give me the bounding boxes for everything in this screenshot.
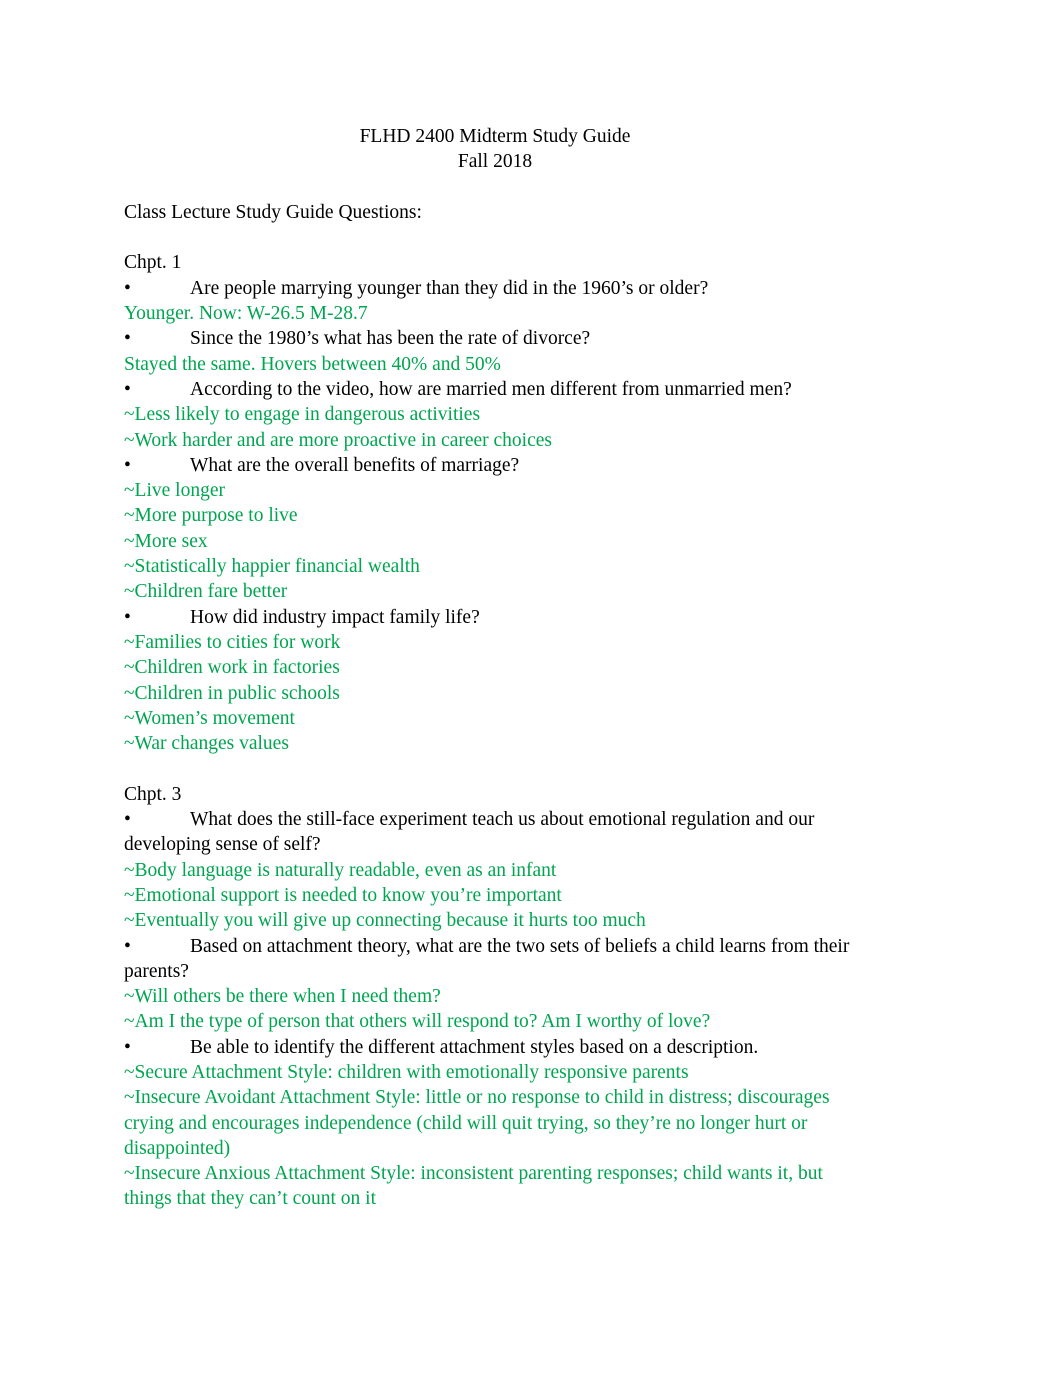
bullet-icon: • <box>124 277 131 299</box>
answer-line: ~Will others be there when I need them? <box>124 986 441 1008</box>
answer-line: ~More sex <box>124 530 208 552</box>
sections-container: Chpt. 1 • Are people marrying younger than… <box>124 250 866 1211</box>
document-body: FLHD 2400 Midterm Study Guide Fall 2018 … <box>124 124 866 1212</box>
answer-line: ~More purpose to live <box>124 505 298 527</box>
bullet-icon: • <box>124 935 131 957</box>
answer-line: ~Children in public schools <box>124 682 340 704</box>
answer-line: ~Children fare better <box>124 581 288 603</box>
bullet-icon: • <box>124 378 131 400</box>
spacer-after-intro <box>124 225 866 250</box>
question-text: How did industry impact family life? <box>190 606 480 628</box>
answer-line: ~Live longer <box>124 480 225 502</box>
answer-line: Younger. Now: W-26.5 M-28.7 <box>124 303 368 325</box>
question-text: Since the 1980’s what has been the rate … <box>190 328 591 350</box>
question-bullet-line: • Based on attachment theory, what are th… <box>124 934 866 985</box>
answer-line: ~Secure Attachment Style: children with … <box>124 1061 689 1083</box>
document-title-block: FLHD 2400 Midterm Study Guide Fall 2018 <box>124 124 866 175</box>
answer-line: ~Insecure Anxious Attachment Style: inco… <box>124 1163 828 1210</box>
bullet-icon: • <box>124 1036 131 1058</box>
answer-line: ~Emotional support is needed to know you… <box>124 884 562 906</box>
bullet-icon: • <box>124 328 131 350</box>
bullet-icon: • <box>124 454 131 476</box>
intro-heading: Class Lecture Study Guide Questions: <box>124 201 422 223</box>
question-text: According to the video, how are married … <box>190 378 792 400</box>
question-bullet-line: • What are the overall benefits of marria… <box>124 453 866 478</box>
answer-line: ~Statistically happier financial wealth <box>124 556 420 578</box>
question-text: Are people marrying younger than they di… <box>190 277 709 299</box>
section-heading: Chpt. 1 <box>124 252 182 274</box>
question-bullet-line: • According to the video, how are married… <box>124 377 866 402</box>
question-bullet-line: • Are people marrying younger than they d… <box>124 276 866 301</box>
question-bullet-line: • Be able to identify the different attac… <box>124 1035 866 1060</box>
bullet-icon: • <box>124 809 131 831</box>
question-text: What are the overall benefits of marriag… <box>190 454 520 476</box>
answer-line: ~Insecure Avoidant Attachment Style: lit… <box>124 1087 835 1159</box>
answer-line: ~Families to cities for work <box>124 631 341 653</box>
answer-line: ~Less likely to engage in dangerous acti… <box>124 404 481 426</box>
spacer-after-title <box>124 175 866 200</box>
answer-line: Stayed the same. Hovers between 40% and … <box>124 353 501 375</box>
document-title: FLHD 2400 Midterm Study Guide <box>359 126 631 147</box>
answer-line: ~War changes values <box>124 733 289 755</box>
answer-line: ~Body language is naturally readable, ev… <box>124 859 557 881</box>
answer-line: ~Work harder and are more proactive in c… <box>124 429 553 451</box>
question-bullet-line: • Since the 1980’s what has been the rate… <box>124 326 866 351</box>
document-subtitle: Fall 2018 <box>457 151 533 173</box>
bullet-icon: • <box>124 606 131 628</box>
question-text: Be able to identify the different attach… <box>190 1036 759 1058</box>
answer-line: ~Am I the type of person that others wil… <box>124 1011 711 1033</box>
answer-line: ~Children work in factories <box>124 657 340 679</box>
question-text: Based on attachment theory, what are the… <box>124 935 855 982</box>
answer-line: ~Eventually you will give up connecting … <box>124 910 646 932</box>
section-heading: Chpt. 3 <box>124 783 182 805</box>
question-text: What does the still-face experiment teac… <box>124 809 820 856</box>
question-bullet-line: • What does the still-face experiment tea… <box>124 807 866 858</box>
question-bullet-line: • How did industry impact family life? <box>124 605 866 630</box>
answer-line: ~Women’s movement <box>124 707 295 729</box>
document-page: FLHD 2400 Midterm Study Guide Fall 2018 … <box>0 0 1062 1377</box>
